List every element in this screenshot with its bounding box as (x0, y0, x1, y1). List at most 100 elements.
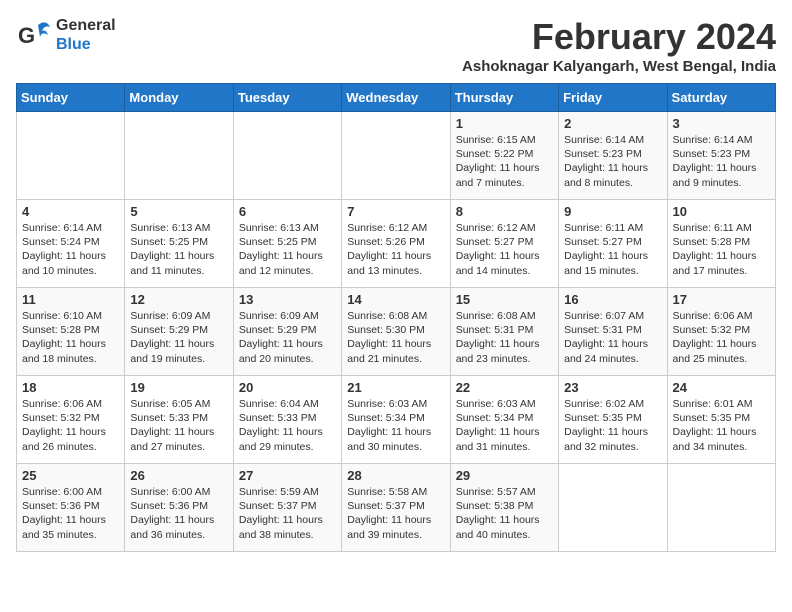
month-year: February 2024 (462, 16, 776, 58)
calendar-cell: 6 Sunrise: 6:13 AM Sunset: 5:25 PM Daylig… (233, 200, 341, 288)
day-info: Sunrise: 6:11 AM Sunset: 5:28 PM Dayligh… (673, 221, 770, 278)
calendar-week-row: 18 Sunrise: 6:06 AM Sunset: 5:32 PM Dayli… (17, 376, 776, 464)
weekday-header-row: SundayMondayTuesdayWednesdayThursdayFrid… (17, 84, 776, 112)
calendar-cell: 28 Sunrise: 5:58 AM Sunset: 5:37 PM Dayli… (342, 464, 450, 552)
calendar-cell: 27Sunrise: 5:59 AM Sunset: 5:37 PM Dayli… (233, 464, 341, 552)
calendar-week-row: 11 Sunrise: 6:10 AM Sunset: 5:28 PM Dayli… (17, 288, 776, 376)
day-info: Sunrise: 6:10 AM Sunset: 5:28 PM Dayligh… (22, 309, 119, 366)
calendar-cell: 19 Sunrise: 6:05 AM Sunset: 5:33 PM Dayli… (125, 376, 233, 464)
logo-text: General Blue (56, 16, 116, 54)
weekday-header-friday: Friday (559, 84, 667, 112)
weekday-header-monday: Monday (125, 84, 233, 112)
day-info: Sunrise: 6:02 AM Sunset: 5:35 PM Dayligh… (564, 397, 661, 454)
calendar-cell: 23 Sunrise: 6:02 AM Sunset: 5:35 PM Dayli… (559, 376, 667, 464)
header: G General Blue February 2024 Ashoknagar … (16, 16, 776, 75)
calendar-cell: 26Sunrise: 6:00 AM Sunset: 5:36 PM Dayli… (125, 464, 233, 552)
day-number: 16 (564, 292, 661, 307)
day-info: Sunrise: 6:13 AM Sunset: 5:25 PM Dayligh… (239, 221, 336, 278)
day-number: 17 (673, 292, 770, 307)
day-info: Sunrise: 6:15 AM Sunset: 5:22 PM Dayligh… (456, 133, 553, 190)
calendar-cell: 5 Sunrise: 6:13 AM Sunset: 5:25 PM Daylig… (125, 200, 233, 288)
day-info: Sunrise: 6:05 AM Sunset: 5:33 PM Dayligh… (130, 397, 227, 454)
day-info: Sunrise: 6:06 AM Sunset: 5:32 PM Dayligh… (22, 397, 119, 454)
weekday-header-sunday: Sunday (17, 84, 125, 112)
day-info: Sunrise: 6:13 AM Sunset: 5:25 PM Dayligh… (130, 221, 227, 278)
day-info: Sunrise: 6:08 AM Sunset: 5:30 PM Dayligh… (347, 309, 444, 366)
weekday-header-thursday: Thursday (450, 84, 558, 112)
day-info: Sunrise: 6:12 AM Sunset: 5:26 PM Dayligh… (347, 221, 444, 278)
day-info: Sunrise: 6:08 AM Sunset: 5:31 PM Dayligh… (456, 309, 553, 366)
day-number: 3 (673, 116, 770, 131)
weekday-header-saturday: Saturday (667, 84, 775, 112)
calendar-cell: 20Sunrise: 6:04 AM Sunset: 5:33 PM Dayli… (233, 376, 341, 464)
day-number: 8 (456, 204, 553, 219)
day-info: Sunrise: 6:09 AM Sunset: 5:29 PM Dayligh… (130, 309, 227, 366)
day-info: Sunrise: 6:03 AM Sunset: 5:34 PM Dayligh… (347, 397, 444, 454)
calendar-cell: 7 Sunrise: 6:12 AM Sunset: 5:26 PM Daylig… (342, 200, 450, 288)
day-number: 1 (456, 116, 553, 131)
svg-text:G: G (18, 23, 35, 48)
calendar-cell: 12 Sunrise: 6:09 AM Sunset: 5:29 PM Dayli… (125, 288, 233, 376)
calendar-table: SundayMondayTuesdayWednesdayThursdayFrid… (16, 83, 776, 552)
calendar-cell (233, 112, 341, 200)
calendar-cell: 8Sunrise: 6:12 AM Sunset: 5:27 PM Daylig… (450, 200, 558, 288)
day-number: 21 (347, 380, 444, 395)
day-info: Sunrise: 5:57 AM Sunset: 5:38 PM Dayligh… (456, 485, 553, 542)
weekday-header-tuesday: Tuesday (233, 84, 341, 112)
title-block: February 2024 Ashoknagar Kalyangarh, Wes… (462, 16, 776, 75)
day-number: 25 (22, 468, 119, 483)
day-info: Sunrise: 6:00 AM Sunset: 5:36 PM Dayligh… (22, 485, 119, 542)
day-number: 10 (673, 204, 770, 219)
calendar-cell (17, 112, 125, 200)
day-info: Sunrise: 6:14 AM Sunset: 5:23 PM Dayligh… (673, 133, 770, 190)
calendar-cell: 10 Sunrise: 6:11 AM Sunset: 5:28 PM Dayli… (667, 200, 775, 288)
calendar-cell: 13 Sunrise: 6:09 AM Sunset: 5:29 PM Dayli… (233, 288, 341, 376)
day-number: 12 (130, 292, 227, 307)
day-number: 26 (130, 468, 227, 483)
calendar-cell: 17 Sunrise: 6:06 AM Sunset: 5:32 PM Dayli… (667, 288, 775, 376)
day-number: 11 (22, 292, 119, 307)
calendar-cell: 1 Sunrise: 6:15 AM Sunset: 5:22 PM Daylig… (450, 112, 558, 200)
day-number: 7 (347, 204, 444, 219)
day-info: Sunrise: 6:14 AM Sunset: 5:24 PM Dayligh… (22, 221, 119, 278)
calendar-cell: 16 Sunrise: 6:07 AM Sunset: 5:31 PM Dayli… (559, 288, 667, 376)
calendar-cell: 24 Sunrise: 6:01 AM Sunset: 5:35 PM Dayli… (667, 376, 775, 464)
calendar-cell (342, 112, 450, 200)
day-number: 13 (239, 292, 336, 307)
calendar-cell: 14 Sunrise: 6:08 AM Sunset: 5:30 PM Dayli… (342, 288, 450, 376)
weekday-header-wednesday: Wednesday (342, 84, 450, 112)
day-number: 5 (130, 204, 227, 219)
day-number: 20 (239, 380, 336, 395)
calendar-cell (667, 464, 775, 552)
day-number: 23 (564, 380, 661, 395)
day-number: 22 (456, 380, 553, 395)
logo-icon: G (16, 17, 52, 53)
calendar-cell: 15Sunrise: 6:08 AM Sunset: 5:31 PM Dayli… (450, 288, 558, 376)
day-number: 24 (673, 380, 770, 395)
day-number: 14 (347, 292, 444, 307)
day-number: 19 (130, 380, 227, 395)
calendar-cell (559, 464, 667, 552)
calendar-cell: 4Sunrise: 6:14 AM Sunset: 5:24 PM Daylig… (17, 200, 125, 288)
day-info: Sunrise: 6:01 AM Sunset: 5:35 PM Dayligh… (673, 397, 770, 454)
calendar-cell: 9Sunrise: 6:11 AM Sunset: 5:27 PM Daylig… (559, 200, 667, 288)
location: Ashoknagar Kalyangarh, West Bengal, Indi… (462, 58, 776, 75)
calendar-week-row: 1 Sunrise: 6:15 AM Sunset: 5:22 PM Daylig… (17, 112, 776, 200)
calendar-cell: 22 Sunrise: 6:03 AM Sunset: 5:34 PM Dayli… (450, 376, 558, 464)
day-info: Sunrise: 6:09 AM Sunset: 5:29 PM Dayligh… (239, 309, 336, 366)
calendar-cell: 3 Sunrise: 6:14 AM Sunset: 5:23 PM Daylig… (667, 112, 775, 200)
day-number: 18 (22, 380, 119, 395)
day-number: 9 (564, 204, 661, 219)
day-info: Sunrise: 6:06 AM Sunset: 5:32 PM Dayligh… (673, 309, 770, 366)
day-number: 6 (239, 204, 336, 219)
calendar-cell: 2 Sunrise: 6:14 AM Sunset: 5:23 PM Daylig… (559, 112, 667, 200)
day-info: Sunrise: 5:59 AM Sunset: 5:37 PM Dayligh… (239, 485, 336, 542)
day-info: Sunrise: 6:03 AM Sunset: 5:34 PM Dayligh… (456, 397, 553, 454)
day-number: 2 (564, 116, 661, 131)
calendar-week-row: 4Sunrise: 6:14 AM Sunset: 5:24 PM Daylig… (17, 200, 776, 288)
day-number: 28 (347, 468, 444, 483)
day-info: Sunrise: 5:58 AM Sunset: 5:37 PM Dayligh… (347, 485, 444, 542)
day-info: Sunrise: 6:07 AM Sunset: 5:31 PM Dayligh… (564, 309, 661, 366)
day-info: Sunrise: 6:14 AM Sunset: 5:23 PM Dayligh… (564, 133, 661, 190)
calendar-cell: 29Sunrise: 5:57 AM Sunset: 5:38 PM Dayli… (450, 464, 558, 552)
